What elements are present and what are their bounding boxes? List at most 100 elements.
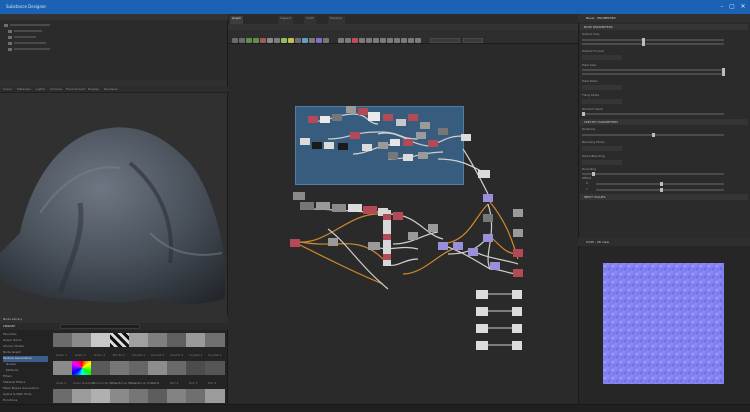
offset-y-slider[interactable] xyxy=(596,188,724,192)
thumbnail[interactable] xyxy=(110,389,130,403)
toolbar-button[interactable] xyxy=(387,38,393,43)
menu-renderer[interactable]: Renderer xyxy=(104,87,118,91)
pixel-ratio-dropdown[interactable] xyxy=(582,85,622,90)
toolbar-button[interactable] xyxy=(380,38,386,43)
menu-scene[interactable]: Scene xyxy=(3,87,12,91)
section-base-parameters[interactable]: BASE PARAMETERS xyxy=(580,24,748,30)
param-label: X xyxy=(586,181,589,185)
slider-knob[interactable] xyxy=(722,72,725,76)
thumbnail[interactable] xyxy=(205,333,225,347)
tab-cloth[interactable]: Cloth xyxy=(304,16,316,24)
thumbnail[interactable] xyxy=(53,361,73,375)
offset-x-slider[interactable] xyxy=(596,182,724,186)
slider-knob[interactable] xyxy=(660,188,663,192)
toolbar-button[interactable] xyxy=(323,38,329,43)
toolbar-button[interactable] xyxy=(253,38,259,43)
pixel-size-slider[interactable] xyxy=(582,72,725,76)
thumbnail[interactable] xyxy=(148,361,168,375)
tab-inspect[interactable]: Inspect xyxy=(278,16,293,24)
toolbar-button[interactable] xyxy=(239,38,245,43)
slider-knob[interactable] xyxy=(652,133,655,137)
thumbnail[interactable] xyxy=(53,389,73,403)
zoom-field[interactable] xyxy=(430,38,460,43)
thumbnail[interactable] xyxy=(167,389,187,403)
thumbnail[interactable] xyxy=(72,389,92,403)
thumbnail[interactable] xyxy=(148,389,168,403)
output-format-dropdown[interactable] xyxy=(582,55,622,60)
thumbnail[interactable] xyxy=(129,361,149,375)
toolbar-button[interactable] xyxy=(274,38,280,43)
cloth-mesh-render[interactable] xyxy=(0,93,228,316)
random-seed-slider[interactable] xyxy=(582,112,724,116)
close-icon[interactable]: ✕ xyxy=(739,3,747,11)
toolbar-button[interactable] xyxy=(267,38,273,43)
normal-map-preview[interactable] xyxy=(603,263,724,384)
menu-materials[interactable]: Materials xyxy=(17,87,31,91)
menu-lights[interactable]: Lights xyxy=(36,87,45,91)
thumbnail[interactable] xyxy=(91,389,111,403)
toolbar-button[interactable] xyxy=(366,38,372,43)
menu-environment[interactable]: Environment xyxy=(66,87,85,91)
thumbnail[interactable] xyxy=(91,333,111,347)
toolbar-button[interactable] xyxy=(309,38,315,43)
alpha-blending-dropdown[interactable] xyxy=(582,160,622,165)
tiling-mode-dropdown[interactable] xyxy=(582,99,622,104)
thumbnail[interactable] xyxy=(186,361,206,375)
thumbnail[interactable] xyxy=(148,333,168,347)
param-label: Pixel Size xyxy=(582,63,597,67)
toolbar-button[interactable] xyxy=(359,38,365,43)
distance-slider[interactable] xyxy=(582,133,724,137)
tab-graph[interactable]: Graph xyxy=(230,16,244,24)
menu-display[interactable]: Display xyxy=(88,87,99,91)
toolbar-button[interactable] xyxy=(302,38,308,43)
toolbar-button[interactable] xyxy=(401,38,407,43)
toolbar-button[interactable] xyxy=(345,38,351,43)
thumbnail[interactable] xyxy=(167,361,187,375)
toolbar-button[interactable] xyxy=(260,38,266,43)
thumbnail[interactable] xyxy=(129,333,149,347)
thumbnail[interactable] xyxy=(72,361,92,375)
toolbar-button[interactable] xyxy=(288,38,294,43)
thumbnail[interactable] xyxy=(110,333,130,347)
output-size-slider[interactable] xyxy=(582,38,724,42)
blending-mode-dropdown[interactable] xyxy=(582,146,622,151)
section-input-values[interactable]: INPUT VALUES xyxy=(580,194,748,200)
thumbnail[interactable] xyxy=(186,333,206,347)
thumbnail[interactable] xyxy=(91,361,111,375)
toolbar-button[interactable] xyxy=(338,38,344,43)
toolbar-button[interactable] xyxy=(408,38,414,43)
thumbnail[interactable] xyxy=(129,389,149,403)
toolbar-button[interactable] xyxy=(246,38,252,43)
3d-view-panel[interactable] xyxy=(0,80,228,316)
toolbar-button[interactable] xyxy=(232,38,238,43)
resolution-field[interactable] xyxy=(463,38,483,43)
rounding-slider[interactable] xyxy=(582,172,724,176)
library-search-input[interactable] xyxy=(60,324,140,329)
toolbar-button[interactable] xyxy=(373,38,379,43)
slider-knob[interactable] xyxy=(582,112,585,116)
minimize-icon[interactable]: – xyxy=(718,3,726,11)
pixel-size-slider[interactable] xyxy=(582,68,725,72)
thumbnail[interactable] xyxy=(53,333,73,347)
thumbnail[interactable] xyxy=(186,389,206,403)
thumbnail[interactable] xyxy=(205,389,225,403)
slider-knob[interactable] xyxy=(592,172,595,176)
thumbnail[interactable] xyxy=(205,361,225,375)
slider-knob[interactable] xyxy=(660,182,663,186)
thumbnail[interactable] xyxy=(110,361,130,375)
toolbar-button[interactable] xyxy=(281,38,287,43)
toolbar-button[interactable] xyxy=(394,38,400,43)
toolbar-button[interactable] xyxy=(415,38,421,43)
section-specific-parameters[interactable]: SPECIFIC PARAMETERS xyxy=(580,119,748,125)
slider-knob[interactable] xyxy=(642,42,645,46)
menu-camera[interactable]: Camera xyxy=(50,87,62,91)
library-tab[interactable]: Node Library xyxy=(3,317,22,321)
toolbar-button[interactable] xyxy=(352,38,358,43)
thumbnail[interactable] xyxy=(167,333,187,347)
output-size-slider[interactable] xyxy=(582,42,724,46)
maximize-icon[interactable]: ▢ xyxy=(728,3,736,11)
toolbar-button[interactable] xyxy=(295,38,301,43)
tab-explorer[interactable]: Explorer xyxy=(328,16,345,24)
thumbnail[interactable] xyxy=(72,333,92,347)
toolbar-button[interactable] xyxy=(316,38,322,43)
